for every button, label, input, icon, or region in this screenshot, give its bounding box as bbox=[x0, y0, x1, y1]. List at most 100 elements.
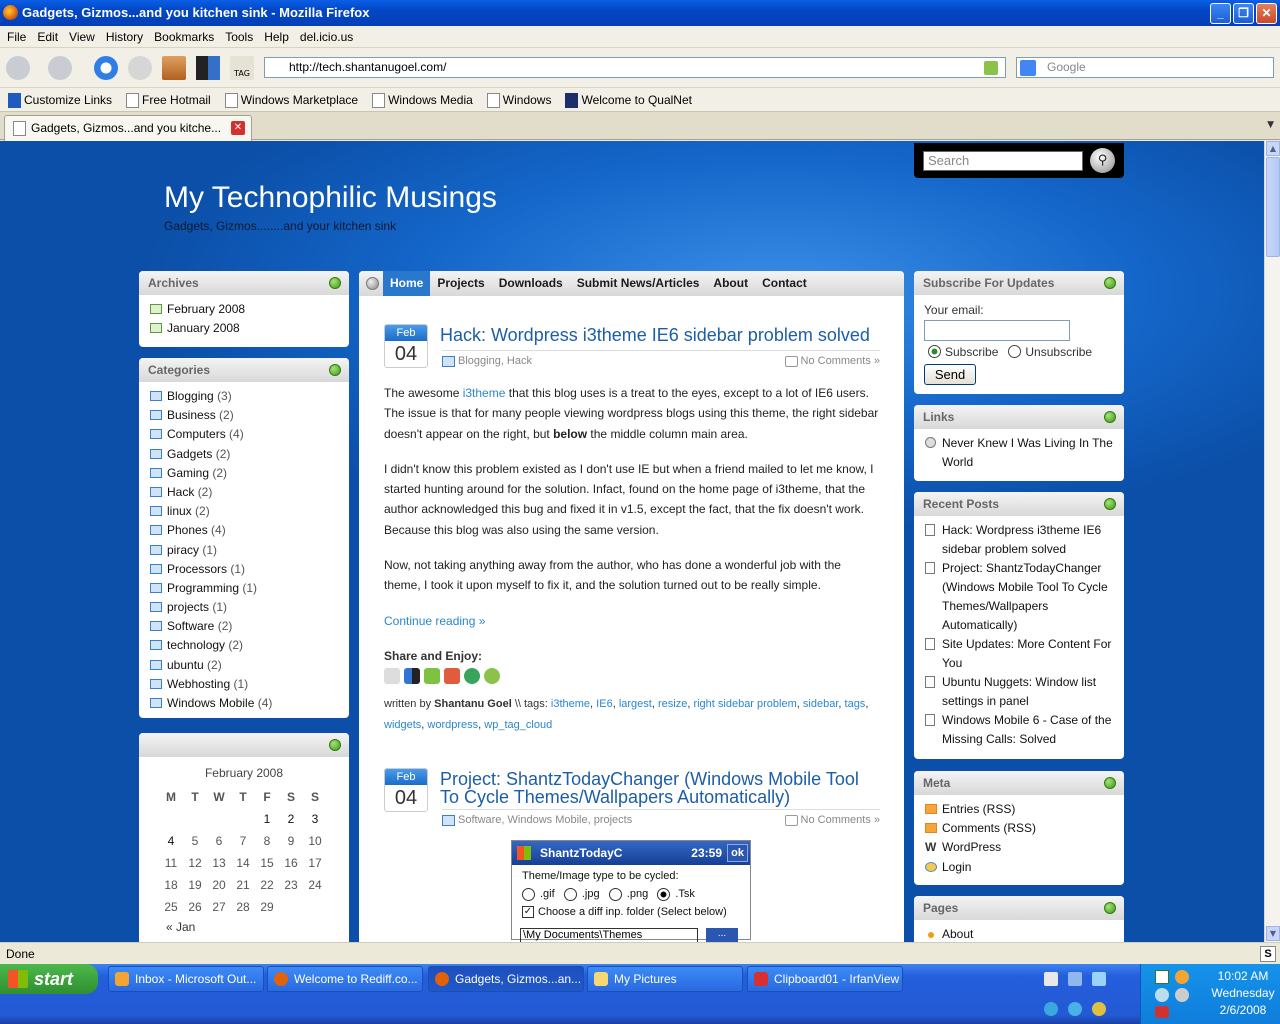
nav-home[interactable]: Home bbox=[383, 271, 431, 296]
forward-icon[interactable] bbox=[48, 56, 72, 80]
calendar-day[interactable]: 26 bbox=[183, 896, 207, 918]
calendar-day[interactable]: 23 bbox=[279, 874, 303, 896]
vertical-scrollbar[interactable]: ▲ ▼ bbox=[1264, 141, 1280, 942]
digg-icon[interactable] bbox=[384, 668, 400, 684]
scroll-up-icon[interactable]: ▲ bbox=[1266, 141, 1280, 156]
yahoo-icon[interactable] bbox=[444, 668, 460, 684]
email-field[interactable] bbox=[924, 320, 1070, 341]
category-item[interactable]: Software (2) bbox=[149, 617, 341, 636]
toggle-dot-icon[interactable] bbox=[1104, 498, 1116, 510]
tag-link[interactable]: IE6 bbox=[596, 698, 613, 710]
web-search-input[interactable]: Google bbox=[1016, 57, 1274, 78]
nav-downloads[interactable]: Downloads bbox=[492, 271, 570, 296]
calendar-day[interactable]: 7 bbox=[231, 830, 255, 852]
scroll-thumb[interactable] bbox=[1266, 157, 1280, 257]
calendar-day[interactable]: 3 bbox=[303, 808, 327, 830]
recent-post-item[interactable]: Windows Mobile 6 - Case of the Missing C… bbox=[924, 711, 1116, 749]
menu-tools[interactable]: Tools bbox=[218, 26, 253, 48]
nav-submit-news[interactable]: Submit News/Articles bbox=[570, 271, 707, 296]
continue-reading-link[interactable]: Continue reading » bbox=[384, 611, 880, 631]
calendar-day[interactable]: 20 bbox=[207, 874, 231, 896]
calendar-day[interactable]: 16 bbox=[279, 852, 303, 874]
taskbar-outlook[interactable]: Inbox - Microsoft Out... bbox=[108, 966, 264, 992]
category-item[interactable]: piracy (1) bbox=[149, 541, 341, 560]
app-tray-icon[interactable] bbox=[1068, 1002, 1082, 1016]
status-s-icon[interactable]: S bbox=[1260, 946, 1276, 962]
calendar-day[interactable]: 14 bbox=[231, 852, 255, 874]
tag-icon[interactable]: TAG bbox=[230, 56, 254, 80]
calendar-day[interactable]: 5 bbox=[183, 830, 207, 852]
category-item[interactable]: projects (1) bbox=[149, 598, 341, 617]
tag-link[interactable]: right sidebar problem bbox=[693, 698, 796, 710]
category-item[interactable]: Business (2) bbox=[149, 406, 341, 425]
menu-delicious[interactable]: del.icio.us bbox=[293, 26, 353, 48]
calendar-day[interactable]: 9 bbox=[279, 830, 303, 852]
calendar-day[interactable]: 19 bbox=[183, 874, 207, 896]
calendar-day[interactable]: 25 bbox=[159, 896, 183, 918]
meta-item[interactable]: W WordPress bbox=[924, 838, 1116, 857]
category-item[interactable]: Processors (1) bbox=[149, 560, 341, 579]
recent-post-item[interactable]: Site Updates: More Content For You bbox=[924, 635, 1116, 673]
nav-about[interactable]: About bbox=[706, 271, 755, 296]
link-item[interactable]: Never Knew I Was Living In The World bbox=[924, 434, 1116, 472]
toggle-dot-icon[interactable] bbox=[329, 364, 341, 376]
category-item[interactable]: Programming (1) bbox=[149, 579, 341, 598]
toggle-dot-icon[interactable] bbox=[1104, 902, 1116, 914]
blog-title[interactable]: My Technophilic Musings bbox=[164, 181, 497, 215]
reload-icon[interactable] bbox=[94, 56, 118, 80]
meta-item[interactable]: Entries (RSS) bbox=[924, 800, 1116, 819]
v-icon[interactable] bbox=[1155, 970, 1169, 984]
tab-list-icon[interactable]: ▼ bbox=[1267, 120, 1274, 130]
subscribe-radio[interactable] bbox=[928, 345, 941, 358]
tag-link[interactable]: wordpress bbox=[427, 719, 478, 731]
app-tray-icon[interactable] bbox=[1092, 1002, 1106, 1016]
calendar-day[interactable]: 2 bbox=[279, 808, 303, 830]
toggle-dot-icon[interactable] bbox=[329, 277, 341, 289]
calendar-day[interactable]: 18 bbox=[159, 874, 183, 896]
toggle-dot-icon[interactable] bbox=[1104, 277, 1116, 289]
calendar-day[interactable]: 28 bbox=[231, 896, 255, 918]
app-tray-icon[interactable] bbox=[1068, 972, 1082, 986]
volume-icon[interactable] bbox=[1175, 988, 1189, 1002]
menu-help[interactable]: Help bbox=[257, 26, 289, 48]
post-comments-link[interactable]: No Comments » bbox=[784, 355, 880, 367]
calendar-day[interactable]: 6 bbox=[207, 830, 231, 852]
menu-view[interactable]: View bbox=[62, 26, 95, 48]
calendar-day[interactable]: 13 bbox=[207, 852, 231, 874]
home-icon[interactable] bbox=[162, 56, 186, 80]
meta-item[interactable]: Login bbox=[924, 858, 1116, 877]
url-bar[interactable]: http://tech.shantanugoel.com/ bbox=[264, 57, 1006, 78]
post-categories[interactable]: Blogging, Hack bbox=[442, 355, 532, 367]
tag-link[interactable]: sidebar bbox=[803, 698, 838, 710]
menu-file[interactable]: File bbox=[0, 26, 26, 48]
recent-post-item[interactable]: Hack: Wordpress i3theme IE6 sidebar prob… bbox=[924, 521, 1116, 559]
calendar-day[interactable]: 21 bbox=[231, 874, 255, 896]
menu-edit[interactable]: Edit bbox=[30, 26, 58, 48]
send-button[interactable]: Send bbox=[924, 364, 976, 385]
bookmark-windows-marketplace[interactable]: Windows Marketplace bbox=[223, 88, 358, 112]
menu-bookmarks[interactable]: Bookmarks bbox=[147, 26, 214, 48]
category-item[interactable]: Gaming (2) bbox=[149, 464, 341, 483]
calendar-prev-link[interactable]: « Jan bbox=[166, 920, 195, 934]
window-title-bar[interactable]: Gadgets, Gizmos...and you kitchen sink -… bbox=[0, 0, 1280, 26]
post-title[interactable]: Hack: Wordpress i3theme IE6 sidebar prob… bbox=[440, 326, 880, 344]
archive-item[interactable]: January 2008 bbox=[149, 319, 341, 338]
taskbar-my-pictures[interactable]: My Pictures bbox=[587, 966, 743, 992]
calendar-day[interactable]: 4 bbox=[159, 830, 183, 852]
tag-link[interactable]: tags bbox=[845, 698, 866, 710]
app-tray-icon[interactable] bbox=[1092, 972, 1106, 986]
post-comments-link[interactable]: No Comments » bbox=[784, 814, 880, 826]
bookmark-windows[interactable]: Windows bbox=[485, 88, 551, 112]
bookmark-windows-media[interactable]: Windows Media bbox=[370, 88, 473, 112]
category-item[interactable]: linux (2) bbox=[149, 502, 341, 521]
toggle-dot-icon[interactable] bbox=[1104, 777, 1116, 789]
post-title[interactable]: Project: ShantzTodayChanger (Windows Mob… bbox=[440, 770, 880, 806]
tab-close-icon[interactable]: ✕ bbox=[231, 121, 245, 135]
app-tray-icon[interactable] bbox=[1044, 1002, 1058, 1016]
stumbleupon-icon[interactable] bbox=[464, 668, 480, 684]
stop-icon[interactable] bbox=[128, 56, 152, 80]
magnifier-icon[interactable]: ⚲ bbox=[1090, 148, 1115, 173]
toggle-dot-icon[interactable] bbox=[329, 739, 341, 751]
toggle-dot-icon[interactable] bbox=[1104, 411, 1116, 423]
calendar-day[interactable]: 22 bbox=[255, 874, 279, 896]
